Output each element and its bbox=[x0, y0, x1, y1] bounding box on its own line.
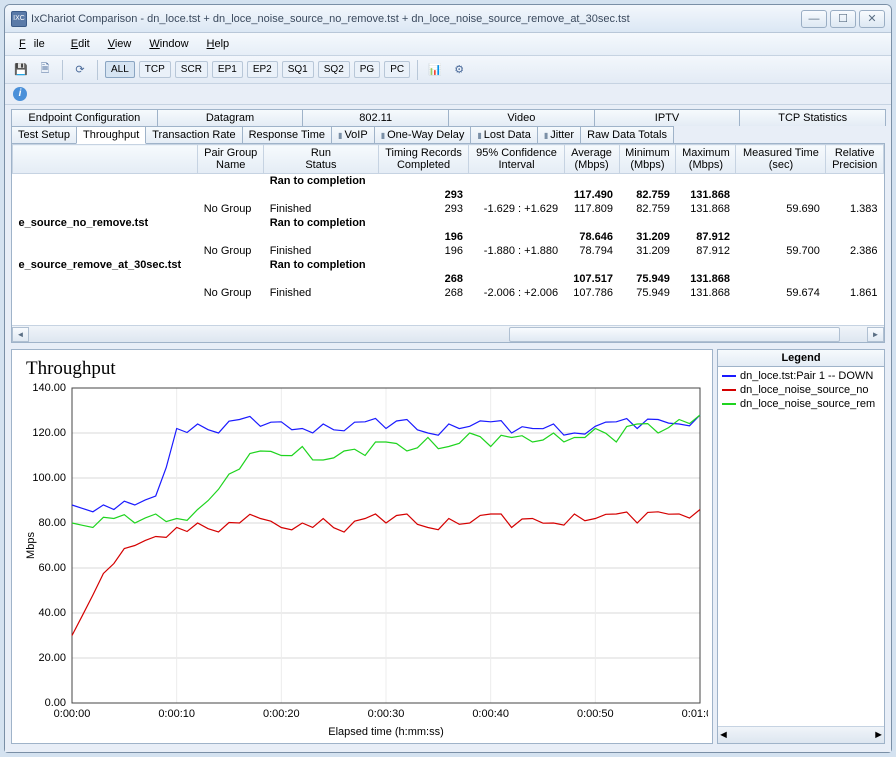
lower-tabs: Test SetupThroughputTransaction RateResp… bbox=[11, 126, 885, 144]
filter-all[interactable]: ALL bbox=[105, 61, 135, 78]
table-row[interactable]: No GroupFinished268-2.006 : +2.006107.78… bbox=[13, 286, 884, 300]
menu-help[interactable]: Help bbox=[199, 35, 238, 53]
svg-text:20.00: 20.00 bbox=[38, 652, 66, 664]
tab-response-time[interactable]: Response Time bbox=[242, 126, 332, 144]
chart-icon[interactable]: 📊 bbox=[425, 60, 445, 80]
filter-tcp[interactable]: TCP bbox=[139, 61, 171, 78]
legend-hscrollbar[interactable]: ◄ ► bbox=[718, 726, 884, 743]
filter-ep1[interactable]: EP1 bbox=[212, 61, 243, 78]
table-row[interactable]: e_source_remove_at_30sec.tstRan to compl… bbox=[13, 258, 884, 272]
save-icon[interactable]: 💾 bbox=[11, 60, 31, 80]
column-header[interactable]: Minimum(Mbps) bbox=[619, 145, 676, 174]
close-button[interactable]: ✕ bbox=[859, 10, 885, 28]
throughput-chart: 0.0020.0040.0060.0080.00100.00120.00140.… bbox=[20, 382, 708, 739]
tab-802-11[interactable]: 802.11 bbox=[302, 109, 449, 126]
app-window: IXC IxChariot Comparison - dn_loce.tst +… bbox=[4, 4, 892, 753]
tab-tcp-statistics[interactable]: TCP Statistics bbox=[739, 109, 886, 126]
table-row[interactable]: e_source_no_remove.tstRan to completion bbox=[13, 216, 884, 230]
svg-text:100.00: 100.00 bbox=[32, 472, 66, 484]
svg-text:60.00: 60.00 bbox=[38, 562, 66, 574]
legend-item[interactable]: dn_loce.tst:Pair 1 -- DOWN bbox=[722, 369, 880, 383]
upper-tabs: Endpoint ConfigurationDatagram802.11Vide… bbox=[11, 109, 885, 126]
tab-test-setup[interactable]: Test Setup bbox=[11, 126, 77, 144]
tab-voip[interactable]: VoIP bbox=[331, 126, 375, 144]
titlebar[interactable]: IXC IxChariot Comparison - dn_loce.tst +… bbox=[5, 5, 891, 33]
app-icon: IXC bbox=[11, 11, 27, 27]
tab-transaction-rate[interactable]: Transaction Rate bbox=[145, 126, 242, 144]
scroll-right-icon[interactable]: ► bbox=[873, 729, 884, 741]
tab-video[interactable]: Video bbox=[448, 109, 595, 126]
column-header[interactable]: Average(Mbps) bbox=[564, 145, 619, 174]
scroll-thumb[interactable] bbox=[509, 327, 840, 342]
svg-text:0:00:10: 0:00:10 bbox=[158, 708, 195, 720]
table-row[interactable]: No GroupFinished196-1.880 : +1.88078.794… bbox=[13, 244, 884, 258]
legend-panel: Legend dn_loce.tst:Pair 1 -- DOWNdn_loce… bbox=[717, 349, 885, 744]
table-hscrollbar[interactable]: ◄ ► bbox=[12, 325, 884, 342]
tab-one-way-delay[interactable]: One-Way Delay bbox=[374, 126, 472, 144]
tab-lost-data[interactable]: Lost Data bbox=[470, 126, 538, 144]
column-header[interactable]: RelativePrecision bbox=[826, 145, 884, 174]
scroll-left-icon[interactable]: ◄ bbox=[718, 729, 729, 741]
column-header[interactable]: Measured Time(sec) bbox=[736, 145, 826, 174]
filter-sq2[interactable]: SQ2 bbox=[318, 61, 350, 78]
table-row[interactable]: 19678.64631.20987.912 bbox=[13, 230, 884, 244]
svg-text:0:00:20: 0:00:20 bbox=[263, 708, 300, 720]
svg-text:80.00: 80.00 bbox=[38, 517, 66, 529]
table-row[interactable]: 268107.51775.949131.868 bbox=[13, 272, 884, 286]
column-header[interactable]: Timing RecordsCompleted bbox=[378, 145, 469, 174]
table-row[interactable]: Ran to completion bbox=[13, 174, 884, 189]
svg-text:Mbps: Mbps bbox=[25, 532, 37, 559]
table-row[interactable]: 293117.49082.759131.868 bbox=[13, 188, 884, 202]
refresh-icon[interactable]: ⟳ bbox=[70, 60, 90, 80]
svg-text:40.00: 40.00 bbox=[38, 607, 66, 619]
legend-item[interactable]: dn_loce_noise_source_no bbox=[722, 383, 880, 397]
info-icon: i bbox=[13, 87, 27, 101]
toolbar: 💾 🗎 ⟳ ALL TCP SCR EP1 EP2 SQ1 SQ2 PG PC … bbox=[5, 56, 891, 84]
tab-datagram[interactable]: Datagram bbox=[157, 109, 304, 126]
column-header[interactable]: RunStatus bbox=[264, 145, 378, 174]
column-header[interactable]: Maximum(Mbps) bbox=[676, 145, 736, 174]
filter-ep2[interactable]: EP2 bbox=[247, 61, 278, 78]
svg-text:0:00:50: 0:00:50 bbox=[577, 708, 614, 720]
svg-text:140.00: 140.00 bbox=[32, 382, 66, 394]
filter-pc[interactable]: PC bbox=[384, 61, 410, 78]
svg-text:Elapsed time (h:mm:ss): Elapsed time (h:mm:ss) bbox=[328, 726, 444, 738]
tab-throughput[interactable]: Throughput bbox=[76, 126, 146, 144]
chart-title: Throughput bbox=[26, 358, 708, 380]
svg-text:0:00:40: 0:00:40 bbox=[472, 708, 509, 720]
svg-text:0:01:00: 0:01:00 bbox=[682, 708, 708, 720]
scroll-right-icon[interactable]: ► bbox=[867, 327, 884, 342]
window-title: IxChariot Comparison - dn_loce.tst + dn_… bbox=[31, 13, 801, 25]
svg-text:0:00:30: 0:00:30 bbox=[368, 708, 405, 720]
filter-sq1[interactable]: SQ1 bbox=[282, 61, 314, 78]
chart-panel: Throughput 0.0020.0040.0060.0080.00100.0… bbox=[11, 349, 713, 744]
tab-raw-data-totals[interactable]: Raw Data Totals bbox=[580, 126, 674, 144]
column-header[interactable]: Pair GroupName bbox=[198, 145, 264, 174]
svg-text:0:00:00: 0:00:00 bbox=[54, 708, 91, 720]
menu-file[interactable]: File bbox=[11, 35, 61, 53]
legend-title: Legend bbox=[718, 350, 884, 367]
svg-text:120.00: 120.00 bbox=[32, 427, 66, 439]
menu-view[interactable]: View bbox=[100, 35, 140, 53]
menubar: File Edit View Window Help bbox=[5, 33, 891, 56]
data-table: Pair GroupNameRunStatusTiming RecordsCom… bbox=[11, 143, 885, 343]
maximize-button[interactable]: ☐ bbox=[830, 10, 856, 28]
tab-endpoint-configuration[interactable]: Endpoint Configuration bbox=[11, 109, 158, 126]
legend-item[interactable]: dn_loce_noise_source_rem bbox=[722, 397, 880, 411]
scroll-left-icon[interactable]: ◄ bbox=[12, 327, 29, 342]
tab-jitter[interactable]: Jitter bbox=[537, 126, 581, 144]
column-header[interactable]: 95% ConfidenceInterval bbox=[469, 145, 564, 174]
filter-pg[interactable]: PG bbox=[354, 61, 380, 78]
table-row[interactable]: No GroupFinished293-1.629 : +1.629117.80… bbox=[13, 202, 884, 216]
menu-edit[interactable]: Edit bbox=[63, 35, 98, 53]
minimize-button[interactable]: — bbox=[801, 10, 827, 28]
settings-icon[interactable]: ⚙ bbox=[449, 60, 469, 80]
menu-window[interactable]: Window bbox=[141, 35, 196, 53]
tab-iptv[interactable]: IPTV bbox=[594, 109, 741, 126]
filter-scr[interactable]: SCR bbox=[175, 61, 208, 78]
info-bar: i bbox=[5, 84, 891, 105]
column-header[interactable] bbox=[13, 145, 198, 174]
export-icon[interactable]: 🗎 bbox=[35, 60, 55, 80]
